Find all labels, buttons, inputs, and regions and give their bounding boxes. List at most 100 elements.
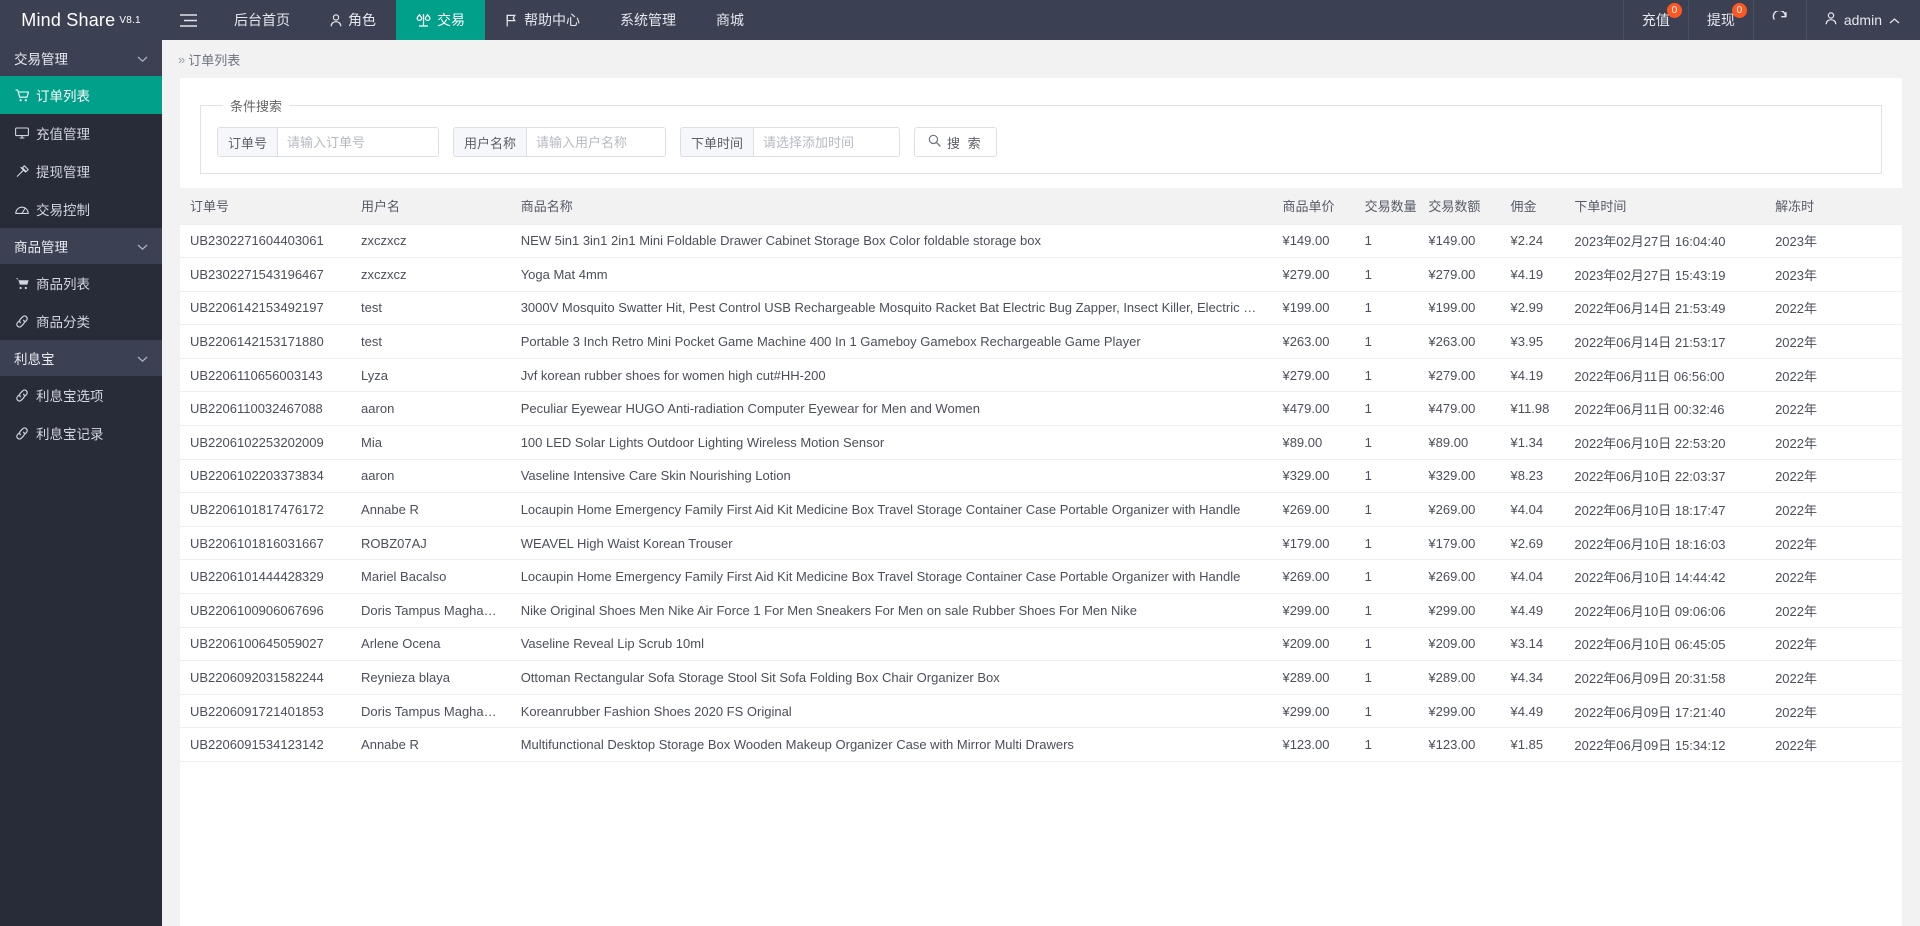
cell-commission: ¥4.19: [1500, 257, 1565, 292]
col-thaw-time[interactable]: 解冻时: [1765, 188, 1902, 225]
cell-quantity: 1: [1354, 559, 1419, 595]
chevron-down-icon: [137, 51, 148, 66]
table-row[interactable]: UB2206110656003143 Lyza Jvf korean rubber …: [180, 358, 1902, 393]
cell-thaw-time: 2022年: [1765, 324, 1902, 359]
table-row[interactable]: UB2206102253202009 Mia 100 LED Solar Light…: [180, 425, 1902, 460]
table-row[interactable]: UB2206101816031667 ROBZ07AJ WEAVEL High Wa…: [180, 526, 1902, 561]
cell-user-name: test: [351, 324, 511, 359]
refresh-button[interactable]: [1752, 0, 1806, 40]
col-order-no[interactable]: 订单号: [180, 188, 352, 225]
table-body: UB2302271604403061 zxczxcz NEW 5in1 3in1 2…: [180, 224, 1902, 762]
cell-amount: ¥199.00: [1418, 291, 1501, 326]
brand-logo[interactable]: Mind Share V8.1: [0, 0, 162, 40]
cell-order-time: 2022年06月09日 17:21:40: [1564, 694, 1766, 729]
sidebar-item-product-list[interactable]: 商品列表: [0, 264, 162, 302]
sidebar-item-interest-records[interactable]: 利息宝记录: [0, 414, 162, 452]
nav-item-system[interactable]: 系统管理: [600, 0, 696, 40]
cell-order-time: 2022年06月10日 09:06:06: [1564, 593, 1766, 628]
table-row[interactable]: UB2206091721401853 Doris Tampus Maghanoy K…: [180, 694, 1902, 729]
cell-product: Nike Original Shoes Men Nike Air Force 1…: [510, 593, 1273, 628]
table-row[interactable]: UB2206091534123142 Annabe R Multifunctiona…: [180, 727, 1902, 762]
recharge-badge: 0: [1666, 3, 1682, 18]
nav-item-roles[interactable]: 角色: [310, 0, 396, 40]
table-row[interactable]: UB2302271604403061 zxczxcz NEW 5in1 3in1 2…: [180, 224, 1902, 259]
cell-order-no: UB2206092031582244: [180, 660, 352, 695]
cell-quantity: 1: [1354, 224, 1419, 259]
sidebar-item-product-category[interactable]: 商品分类: [0, 302, 162, 340]
col-user-name[interactable]: 用户名: [351, 188, 511, 225]
user-menu[interactable]: admin: [1805, 0, 1920, 40]
table-row[interactable]: UB2206101817476172 Annabe R Locaupin Home …: [180, 492, 1902, 527]
nav-item-trade[interactable]: 交易: [396, 0, 485, 40]
table-row[interactable]: UB2206142153171880 test Portable 3 Inch Re…: [180, 324, 1902, 359]
user-icon: [330, 13, 342, 27]
sidebar-group-trade[interactable]: 交易管理: [0, 40, 162, 76]
table-row[interactable]: UB2302271543196467 zxczxcz Yoga Mat 4mm ¥27…: [180, 257, 1902, 292]
cell-order-time: 2023年02月27日 16:04:40: [1564, 224, 1766, 259]
chevron-down-icon: [137, 351, 148, 366]
cell-commission: ¥4.19: [1500, 358, 1565, 393]
cell-quantity: 1: [1354, 727, 1419, 762]
orders-table-container[interactable]: 订单号 用户名 商品名称 商品单价 交易数量 交易数额 佣金 下单时间 解冻时: [180, 188, 1902, 926]
cell-amount: ¥149.00: [1418, 224, 1501, 259]
nav-item-dashboard[interactable]: 后台首页: [214, 0, 310, 40]
sidebar-item-trade-control[interactable]: 交易控制: [0, 190, 162, 228]
order-time-input[interactable]: [753, 127, 901, 157]
sidebar-item-interest-options[interactable]: 利息宝选项: [0, 376, 162, 414]
cell-user-name: Doris Tampus Maghanoy: [351, 593, 511, 628]
breadcrumb-arrows: »: [178, 51, 185, 67]
sidebar-item-label: 订单列表: [36, 89, 90, 104]
sidebar-item-recharge-manage[interactable]: 充值管理: [0, 114, 162, 152]
cell-thaw-time: 2022年: [1765, 425, 1902, 460]
cell-user-name: aaron: [351, 391, 511, 427]
table-row[interactable]: UB2206110032467088 aaron Peculiar Eyewear …: [180, 391, 1902, 427]
cell-commission: ¥4.49: [1500, 694, 1565, 729]
withdraw-button[interactable]: 提现 0: [1687, 0, 1753, 40]
primary-nav: 后台首页 角色 交易 帮助中心 系统管理 商城: [214, 0, 764, 40]
nav-item-help-center[interactable]: 帮助中心: [485, 0, 600, 40]
cell-order-no: UB2302271543196467: [180, 257, 352, 292]
col-product[interactable]: 商品名称: [510, 188, 1273, 225]
cell-order-time: 2023年02月27日 15:43:19: [1564, 257, 1766, 292]
cell-quantity: 1: [1354, 660, 1419, 695]
col-commission[interactable]: 佣金: [1500, 188, 1565, 225]
col-order-time[interactable]: 下单时间: [1564, 188, 1766, 225]
sidebar-group-product[interactable]: 商品管理: [0, 228, 162, 264]
order-no-input[interactable]: [277, 127, 440, 157]
search-panel: 条件搜索 订单号 用户名称 下单时间: [180, 78, 1902, 188]
sidebar-item-withdraw-manage[interactable]: 提现管理: [0, 152, 162, 190]
table-row[interactable]: UB2206101444428329 Mariel Bacalso Locaupin…: [180, 559, 1902, 595]
table-row[interactable]: UB2206100645059027 Arlene Ocena Vaseline R…: [180, 627, 1902, 662]
user-name: admin: [1843, 12, 1882, 28]
search-button[interactable]: 搜 索: [914, 127, 997, 157]
monitor-icon: [14, 127, 29, 139]
cell-quantity: 1: [1354, 627, 1419, 662]
user-name-input[interactable]: [526, 127, 667, 157]
table-row[interactable]: UB2206100906067696 Doris Tampus Maghanoy N…: [180, 593, 1902, 628]
cell-thaw-time: 2023年: [1765, 224, 1902, 259]
recharge-button[interactable]: 充值 0: [1622, 0, 1688, 40]
cell-order-time: 2022年06月10日 14:44:42: [1564, 559, 1766, 595]
content-region: 条件搜索 订单号 用户名称 下单时间: [162, 78, 1920, 926]
col-quantity[interactable]: 交易数量: [1354, 188, 1419, 225]
sidebar-item-order-list[interactable]: 订单列表: [0, 76, 162, 114]
cell-amount: ¥123.00: [1418, 727, 1501, 762]
cell-quantity: 1: [1354, 459, 1419, 494]
hamburger-icon[interactable]: [162, 0, 214, 40]
nav-item-mall[interactable]: 商城: [696, 0, 764, 40]
brand-version: V8.1: [119, 14, 141, 26]
sidebar-group-interest[interactable]: 利息宝: [0, 340, 162, 376]
cart-icon: [14, 88, 29, 102]
sidebar: 交易管理 订单列表 充值管理 提现管理 交易控制 商品管理 商品列表 商品分类 …: [0, 40, 162, 926]
col-unit-price[interactable]: 商品单价: [1272, 188, 1355, 225]
table-row[interactable]: UB2206102203373834 aaron Vaseline Intensiv…: [180, 459, 1902, 494]
cell-unit-price: ¥289.00: [1272, 660, 1355, 695]
table-row[interactable]: UB2206092031582244 Reynieza blaya Ottoman …: [180, 660, 1902, 695]
cell-unit-price: ¥299.00: [1272, 593, 1355, 628]
cell-order-no: UB2206110656003143: [180, 358, 352, 393]
table-row[interactable]: UB2206142153492197 test 3000V Mosquito Swa…: [180, 291, 1902, 326]
cell-amount: ¥279.00: [1418, 257, 1501, 292]
cell-user-name: aaron: [351, 459, 511, 494]
col-amount[interactable]: 交易数额: [1418, 188, 1501, 225]
scale-icon: [416, 13, 431, 27]
